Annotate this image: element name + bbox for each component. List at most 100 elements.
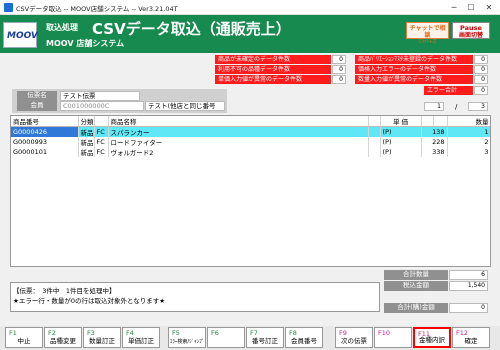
fkey-label: 中止 [17, 337, 31, 345]
error-price-label: 価格入力エラーのデータ件数 [355, 65, 473, 74]
col-header-qty[interactable]: 数量 [447, 116, 490, 127]
col-header-unit-price[interactable]: 単 価 [380, 116, 422, 127]
message-line-note: ★エラー行・数量が0の行は取込対象外となります★ [13, 297, 166, 305]
row-qty[interactable]: 1 [447, 126, 490, 137]
member-label: 会員 [17, 101, 57, 111]
f12-confirm-button[interactable]: F12 確定 [452, 327, 490, 348]
row-code[interactable]: G0000101 [11, 147, 79, 157]
f8-member-number-button[interactable]: F8 会員番号 [285, 327, 323, 348]
row-qty[interactable]: 3 [447, 147, 490, 157]
pause-label: Pause [460, 24, 482, 32]
row-category[interactable]: 新品 [78, 137, 95, 147]
app-icon [4, 3, 13, 12]
error-variation-count: 0 [474, 55, 488, 64]
row-category2[interactable]: FC [94, 137, 109, 147]
message-area: 【伝票： 3件中 1件目を処理中】 ★エラー行・数量が0の行は取込対象外となりま… [10, 282, 380, 312]
col-header-spacer [368, 116, 381, 127]
window-title: CSVデータ取込 -- MOOV店舗システム -- Ver3.21.04T [16, 5, 178, 13]
logo-text: MOOV [7, 31, 38, 41]
tax-included-label: 税込金額 [384, 281, 448, 291]
col-header-spacer3 [433, 116, 448, 127]
slip-name-label: 伝票名 [17, 91, 57, 101]
slip-name-field[interactable]: テスト伝票 [60, 91, 140, 101]
table-row[interactable]: G0000426 新品 FC スパランカー (P) 138 1 [11, 126, 490, 137]
total-purchase-label: 合計(購)金額 [384, 303, 448, 313]
row-code[interactable]: G0000993 [11, 137, 79, 147]
table-row[interactable]: G0000993 新品 FC ロードファイター (P) 228 2 [11, 137, 490, 147]
col-header-code[interactable]: 商品番号 [11, 116, 79, 127]
row-price[interactable]: 228 [421, 137, 448, 147]
f10-button[interactable]: F10 [374, 327, 412, 348]
chat-button-shortcut: Ctrl+Z [418, 39, 437, 45]
error-variation-label: 商品ﾊﾞﾘｴｰｼｮﾝﾏｽﾀ未登録のデータ件数 [355, 55, 473, 64]
items-table[interactable]: 商品番号 分類 商品名称 単 価 数量 G0000426 新品 FC スパランカ… [10, 115, 491, 267]
fkey-label: 会員番号 [291, 337, 317, 345]
total-qty-label: 合計数量 [384, 270, 448, 280]
error-total-count: 0 [474, 86, 488, 95]
fkey-code: F6 [211, 329, 219, 337]
col-header-category[interactable]: 分類 [78, 116, 95, 127]
window-titlebar: CSVデータ取込 -- MOOV店舗システム -- Ver3.21.04T ─ … [0, 0, 500, 15]
row-code[interactable]: G0000426 [11, 126, 79, 137]
row-name[interactable]: スパランカー [108, 126, 369, 137]
row-spacer [368, 137, 381, 147]
maximize-icon[interactable]: ☐ [465, 2, 477, 13]
error-total-label: エラー合計 [424, 86, 473, 95]
row-price[interactable]: 138 [421, 126, 448, 137]
row-name[interactable]: ロードファイター [108, 137, 369, 147]
table-row[interactable]: G0000101 新品 FC ヴォルガード2 (P) 338 3 [11, 147, 490, 157]
error-unitprice-count: 0 [332, 75, 346, 84]
row-price[interactable]: 338 [421, 147, 448, 157]
system-name: MOOV 店舗システム [46, 39, 125, 48]
page-title: CSVデータ取込（通販売上） [92, 20, 291, 38]
row-unit-tag: (P) [380, 137, 422, 147]
chat-consult-button[interactable]: チャットで相談 Ctrl+Z [406, 22, 449, 45]
f11-denomination-button[interactable]: F11 金種内訳 [413, 327, 451, 348]
error-quantity-count: 0 [474, 75, 488, 84]
page-current: 1 [424, 102, 444, 111]
f9-next-slip-button[interactable]: F9 次の伝票 [335, 327, 373, 348]
row-qty[interactable]: 2 [447, 137, 490, 147]
row-category2[interactable]: FC [94, 126, 109, 137]
section-label: 取込処理 [46, 23, 78, 32]
col-header-name[interactable]: 商品名称 [108, 116, 369, 127]
f3-qty-correct-button[interactable]: F3 数量訂正 [83, 327, 121, 348]
fkey-label: 数量訂正 [89, 337, 115, 345]
col-header-category2[interactable] [94, 116, 109, 127]
f2-item-change-button[interactable]: F2 品種変更 [44, 327, 82, 348]
f7-number-correct-button[interactable]: F7 番号訂正 [246, 327, 284, 348]
close-icon[interactable]: ✕ [483, 2, 495, 13]
col-header-spacer2 [421, 116, 434, 127]
f1-cancel-button[interactable]: F1 中止 [5, 327, 43, 348]
row-unit-tag: (P) [380, 147, 422, 157]
f4-price-correct-button[interactable]: F4 単価訂正 [122, 327, 160, 348]
row-name[interactable]: ヴォルガード2 [108, 147, 369, 157]
chat-button-label: チャットで相談 [409, 25, 446, 39]
fkey-label: 確定 [464, 337, 478, 345]
minimize-icon[interactable]: ─ [448, 2, 460, 13]
f6-button[interactable]: F6 [207, 327, 245, 348]
total-qty-value: 6 [449, 270, 488, 280]
row-category[interactable]: 新品 [78, 147, 95, 157]
error-quantity-label: 数量入力値が異常のデータ件数 [355, 75, 473, 84]
total-purchase-value: 0 [449, 303, 488, 313]
fkey-code: F10 [378, 329, 391, 337]
pause-switch-button[interactable]: Pause 画面切替 [452, 22, 490, 39]
row-category2[interactable]: FC [94, 147, 109, 157]
row-spacer [368, 147, 381, 157]
member-code-field[interactable]: C001000000C [60, 101, 144, 111]
error-unitprice-label: 単価入力値が異常のデータ件数 [215, 75, 331, 84]
fkey-label: 金種内訳 [419, 336, 445, 344]
table-header-row: 商品番号 分類 商品名称 単 価 数量 [11, 116, 490, 127]
fkey-label: 品種変更 [50, 337, 76, 345]
page-separator: / [455, 103, 458, 111]
fkey-label: 番号訂正 [252, 337, 278, 345]
row-unit-tag: (P) [380, 126, 422, 137]
error-price-count: 0 [474, 65, 488, 74]
f5-error-search-button[interactable]: F5 ｴﾗｰ検索/ｼﾞｬﾝﾌﾟ [168, 327, 206, 348]
row-category[interactable]: 新品 [78, 126, 95, 137]
member-name-field: テスト(他店と同じ番号 [145, 101, 225, 111]
page-total: 3 [468, 102, 488, 111]
error-unavailable-label: 利用不可の品種データ件数 [215, 65, 331, 74]
error-unavailable-count: 0 [332, 65, 346, 74]
